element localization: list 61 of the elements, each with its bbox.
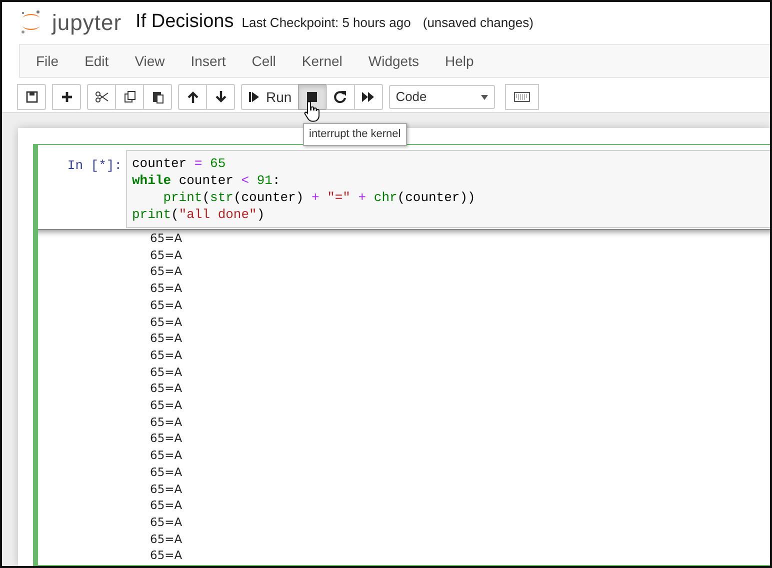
output-line: 65=A	[150, 480, 184, 498]
cell-type-select[interactable]: Code	[388, 85, 495, 109]
output-line: 65=A	[150, 246, 184, 264]
output-line: 65=A	[150, 530, 184, 548]
menu-item[interactable]: Edit	[72, 50, 122, 72]
output-line: 65=A	[150, 414, 184, 430]
output-line: 65=A	[150, 280, 184, 297]
output-line: 65=A	[150, 346, 184, 364]
paste-icon	[150, 90, 164, 104]
output-line: 65=A	[150, 430, 184, 448]
arrow-up-button[interactable]	[178, 84, 207, 110]
save-status: (unsaved changes)	[422, 14, 534, 32]
restart-button[interactable]	[326, 84, 355, 110]
arrow-down-button[interactable]	[206, 84, 235, 110]
menu-item[interactable]: Insert	[178, 50, 239, 72]
output-line: 65=A	[150, 230, 184, 247]
save-button[interactable]	[17, 84, 46, 110]
output-line: 65=A	[150, 330, 184, 347]
restart-icon	[333, 90, 348, 104]
tooltip: interrupt the kernel	[303, 123, 407, 146]
logo-icon	[20, 9, 42, 35]
hand-cursor-icon	[304, 100, 320, 122]
logo-text: jupyter	[52, 8, 122, 37]
code-editor[interactable]: counter = 65 while counter < 91: print(str(counter) + "=" + chr(counter)) print("all done")	[126, 150, 770, 228]
keyboard-button[interactable]	[504, 84, 539, 110]
menu-item[interactable]: File	[23, 50, 72, 72]
arrow-up-icon	[186, 90, 200, 104]
menu-item[interactable]: Kernel	[288, 50, 356, 72]
save-icon	[24, 90, 38, 104]
output-line: 65=A	[150, 514, 184, 531]
output-line: 65=A	[150, 464, 184, 481]
scissors-icon	[94, 90, 108, 104]
output-line: 65=A	[150, 397, 184, 414]
plus-button[interactable]	[52, 84, 81, 110]
step-button[interactable]: Run	[241, 84, 299, 110]
output-line: 65=A	[150, 497, 184, 514]
copy-icon	[122, 90, 136, 104]
input-prompt: In [*]:	[66, 157, 123, 175]
keyboard-icon	[514, 92, 530, 102]
output-line: 65=A	[150, 447, 184, 464]
checkpoint-text: Last Checkpoint: 5 hours ago	[242, 14, 411, 32]
fast-forward-button[interactable]	[354, 84, 383, 110]
plus-icon	[60, 90, 74, 104]
menu-item[interactable]: Cell	[238, 50, 289, 72]
output-line: 65=A	[150, 314, 184, 330]
fast-forward-icon	[361, 90, 376, 104]
output-line: 65=A	[150, 364, 184, 380]
menu-item[interactable]: Widgets	[355, 50, 432, 72]
output-line: 65=A	[150, 380, 184, 398]
arrow-down-icon	[214, 90, 228, 104]
paste-button[interactable]	[143, 84, 172, 110]
output-line: 65=A	[150, 263, 184, 280]
stop-button[interactable]	[298, 84, 327, 110]
menu-item[interactable]: View	[122, 50, 178, 72]
dropdown-caret-icon	[480, 94, 488, 100]
notebook-title[interactable]: If Decisions	[136, 8, 234, 36]
stop-icon	[305, 90, 320, 104]
menu-item[interactable]: Help	[432, 50, 487, 72]
copy-button[interactable]	[115, 84, 144, 110]
output-line: 65=A	[150, 296, 184, 314]
scissors-button[interactable]	[87, 84, 116, 110]
